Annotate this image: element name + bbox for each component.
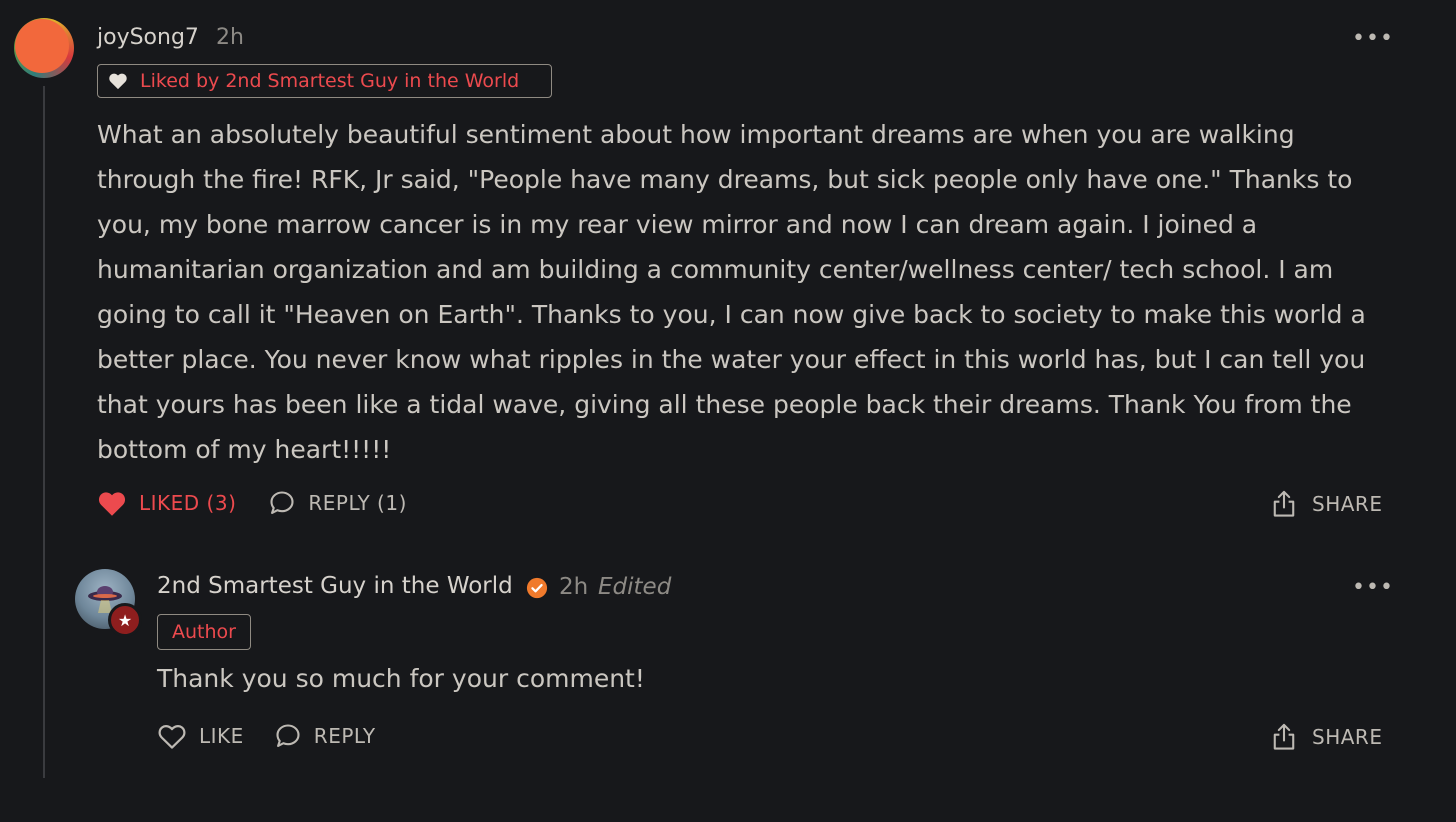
share-upload-icon xyxy=(1273,490,1295,517)
share-upload-icon xyxy=(1273,723,1295,750)
share-button-label: SHARE xyxy=(1312,492,1383,516)
comment-action-bar: LIKED (3) REPLY (1) xyxy=(97,489,407,517)
reply-to-reply-label: REPLY xyxy=(313,724,376,748)
speech-bubble-icon xyxy=(270,491,294,514)
share-button[interactable]: SHARE xyxy=(1270,489,1382,519)
author-badge: Author xyxy=(157,614,251,650)
reply-to-reply-button[interactable]: REPLY xyxy=(274,722,376,750)
speech-bubble-icon xyxy=(276,724,300,747)
comment-timestamp[interactable]: 2h xyxy=(216,25,244,50)
reply-more-button[interactable]: ••• xyxy=(1352,577,1394,599)
heart-filled-icon xyxy=(109,73,127,90)
reply-author-name[interactable]: 2nd Smartest Guy in the World xyxy=(157,573,513,599)
thread-line xyxy=(43,86,45,778)
reply-action-bar: LIKE REPLY xyxy=(157,722,376,750)
liked-by-author-badge: Liked by 2nd Smartest Guy in the World xyxy=(97,64,552,98)
comment-share-area: SHARE xyxy=(1270,489,1382,519)
comment-more-button[interactable]: ••• xyxy=(1352,28,1394,50)
edited-label: Edited xyxy=(598,574,672,600)
comment-body: What an absolutely beautiful sentiment a… xyxy=(97,120,1366,464)
verified-check-icon xyxy=(526,577,548,599)
comment-author[interactable]: joySong7 xyxy=(97,25,199,50)
liked-button[interactable]: LIKED (3) xyxy=(97,490,236,517)
like-button-label: LIKE xyxy=(199,724,244,748)
reply-body: Thank you so much for your comment! xyxy=(157,664,645,693)
more-dots-icon: ••• xyxy=(1352,575,1394,600)
reply-share-area: SHARE xyxy=(1270,722,1382,752)
more-dots-icon: ••• xyxy=(1352,26,1394,51)
reply-share-label: SHARE xyxy=(1312,725,1383,749)
heart-outline-icon xyxy=(158,724,186,749)
commenter-avatar[interactable] xyxy=(14,18,74,78)
heart-filled-icon xyxy=(98,491,126,516)
reply-button[interactable]: REPLY (1) xyxy=(268,489,406,517)
reply-timestamp[interactable]: 2h xyxy=(559,574,588,600)
liked-button-label: LIKED (3) xyxy=(139,491,237,515)
reply-button-label: REPLY (1) xyxy=(308,491,407,515)
like-button[interactable]: LIKE xyxy=(157,723,244,750)
reply-share-button[interactable]: SHARE xyxy=(1270,722,1382,752)
liked-by-text: Liked by 2nd Smartest Guy in the World xyxy=(140,70,520,92)
star-badge-icon: ★ xyxy=(108,603,142,637)
